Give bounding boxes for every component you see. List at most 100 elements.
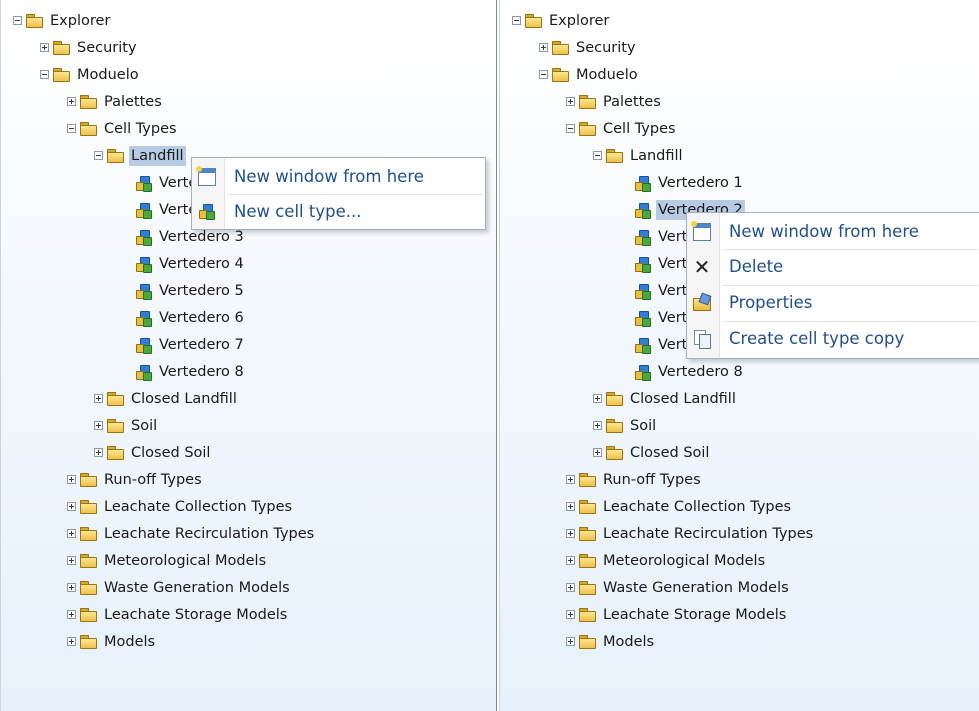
expand-icon[interactable] — [67, 97, 76, 106]
tree-node-palettes[interactable]: Palettes — [67, 88, 164, 115]
collapse-icon[interactable] — [67, 124, 76, 133]
menu-item-create-copy[interactable]: Create cell type copy — [687, 322, 979, 355]
tree-node-vertedero-4[interactable]: Vertedero 4 — [135, 250, 246, 277]
tree-node-moduelo[interactable]: Moduelo — [40, 61, 141, 88]
cell-type-icon — [135, 310, 152, 327]
menu-item-properties[interactable]: Properties — [687, 286, 979, 319]
tree-node-waste-generation-models[interactable]: Waste Generation Models — [566, 574, 791, 601]
tree-node-cell-types[interactable]: Cell Types — [67, 115, 179, 142]
expand-icon[interactable] — [67, 529, 76, 538]
collapse-icon[interactable] — [13, 16, 22, 25]
tree-node-cell-types[interactable]: Cell Types — [566, 115, 678, 142]
tree-node-soil[interactable]: Soil — [94, 412, 159, 439]
tree-node-label: Landfill — [129, 145, 186, 166]
expand-icon[interactable] — [593, 421, 602, 430]
tree-node-label: Soil — [630, 417, 657, 434]
tree-node-landfill[interactable]: Landfill — [94, 142, 186, 169]
tree-node-leachate-recirculation-types[interactable]: Leachate Recirculation Types — [566, 520, 815, 547]
expand-icon[interactable] — [539, 43, 548, 52]
expand-icon[interactable] — [94, 394, 103, 403]
tree-node-explorer[interactable]: Explorer — [13, 7, 112, 34]
tree-node-closed-soil[interactable]: Closed Soil — [593, 439, 711, 466]
collapse-icon[interactable] — [593, 151, 602, 160]
cell-type-icon — [634, 310, 651, 327]
cell-type-icon — [634, 202, 651, 219]
expand-icon[interactable] — [566, 475, 575, 484]
tree-node-label: Models — [104, 633, 156, 650]
tree-node-leachate-storage-models[interactable]: Leachate Storage Models — [566, 601, 788, 628]
folder-icon — [80, 554, 97, 568]
folder-icon — [80, 500, 97, 514]
expand-icon[interactable] — [593, 394, 602, 403]
tree-node-closed-landfill[interactable]: Closed Landfill — [94, 385, 239, 412]
folder-icon — [579, 581, 596, 595]
expand-icon[interactable] — [566, 97, 575, 106]
tree-node-leachate-storage-models[interactable]: Leachate Storage Models — [67, 601, 289, 628]
tree-node-vertedero-6[interactable]: Vertedero 6 — [135, 304, 246, 331]
tree-node-leachate-recirculation-types[interactable]: Leachate Recirculation Types — [67, 520, 316, 547]
tree-node-vertedero-5[interactable]: Vertedero 5 — [135, 277, 246, 304]
menu-item-new-window[interactable]: New window from here — [192, 160, 485, 193]
expand-icon[interactable] — [566, 637, 575, 646]
menu-item-new-cell-type[interactable]: New cell type... — [192, 195, 485, 228]
tree-node-leachate-collection-types[interactable]: Leachate Collection Types — [67, 493, 294, 520]
folder-icon — [107, 446, 124, 460]
tree-node-label: Run-off Types — [603, 471, 701, 488]
tree-node-closed-landfill[interactable]: Closed Landfill — [593, 385, 738, 412]
tree-node-landfill[interactable]: Landfill — [593, 142, 685, 169]
expand-icon[interactable] — [67, 583, 76, 592]
tree-node-vertedero-8[interactable]: Vertedero 8 — [135, 358, 246, 385]
expand-icon[interactable] — [566, 583, 575, 592]
tree-node-meteorological-models[interactable]: Meteorological Models — [67, 547, 268, 574]
tree-node-label: Moduelo — [576, 66, 638, 83]
tree-node-moduelo[interactable]: Moduelo — [539, 61, 640, 88]
cell-type-icon — [634, 175, 651, 192]
expand-icon[interactable] — [67, 475, 76, 484]
expand-icon[interactable] — [566, 610, 575, 619]
collapse-icon[interactable] — [40, 70, 49, 79]
collapse-icon[interactable] — [566, 124, 575, 133]
tree-node-label: Vertedero 4 — [159, 255, 244, 272]
tree-node-models[interactable]: Models — [67, 628, 157, 655]
tree-node-explorer[interactable]: Explorer — [512, 7, 611, 34]
tree-node-leachate-collection-types[interactable]: Leachate Collection Types — [566, 493, 793, 520]
menu-item-new-window[interactable]: New window from here — [687, 215, 979, 248]
cell-type-icon — [135, 202, 152, 219]
expand-icon[interactable] — [566, 502, 575, 511]
tree-node-vertedero-1[interactable]: Vertedero 1 — [634, 169, 745, 196]
expand-icon[interactable] — [566, 529, 575, 538]
expand-icon[interactable] — [67, 502, 76, 511]
tree-node-soil[interactable]: Soil — [593, 412, 658, 439]
expand-icon[interactable] — [94, 421, 103, 430]
tree-node-palettes[interactable]: Palettes — [566, 88, 663, 115]
menu-item-label: New window from here — [729, 222, 919, 241]
collapse-icon[interactable] — [512, 16, 521, 25]
tree-node-vertedero-8[interactable]: Vertedero 8 — [634, 358, 745, 385]
tree-node-label: Meteorological Models — [603, 552, 766, 569]
expand-icon[interactable] — [40, 43, 49, 52]
expand-icon[interactable] — [67, 637, 76, 646]
cell-type-icon — [135, 337, 152, 354]
expand-icon[interactable] — [94, 448, 103, 457]
explorer-tree-left[interactable]: Explorer Security Moduelo Palettes Cell Type… — [0, 0, 497, 711]
tree-node-security[interactable]: Security — [40, 34, 139, 61]
tree-node-label: Palettes — [603, 93, 661, 110]
expand-icon[interactable] — [67, 556, 76, 565]
expand-icon[interactable] — [67, 610, 76, 619]
folder-icon — [80, 473, 97, 487]
collapse-icon[interactable] — [539, 70, 548, 79]
tree-node-security[interactable]: Security — [539, 34, 638, 61]
tree-node-models[interactable]: Models — [566, 628, 656, 655]
tree-node-meteorological-models[interactable]: Meteorological Models — [566, 547, 767, 574]
tree-node-run-off-types[interactable]: Run-off Types — [67, 466, 204, 493]
tree-node-waste-generation-models[interactable]: Waste Generation Models — [67, 574, 292, 601]
collapse-icon[interactable] — [94, 151, 103, 160]
tree-node-vertedero-7[interactable]: Vertedero 7 — [135, 331, 246, 358]
menu-item-delete[interactable]: ✕ Delete — [687, 250, 979, 283]
expand-icon[interactable] — [566, 556, 575, 565]
tree-node-run-off-types[interactable]: Run-off Types — [566, 466, 703, 493]
expand-icon[interactable] — [593, 448, 602, 457]
tree-node-label: Models — [603, 633, 655, 650]
tree-node-closed-soil[interactable]: Closed Soil — [94, 439, 212, 466]
tree-node-label: Closed Landfill — [630, 390, 736, 407]
